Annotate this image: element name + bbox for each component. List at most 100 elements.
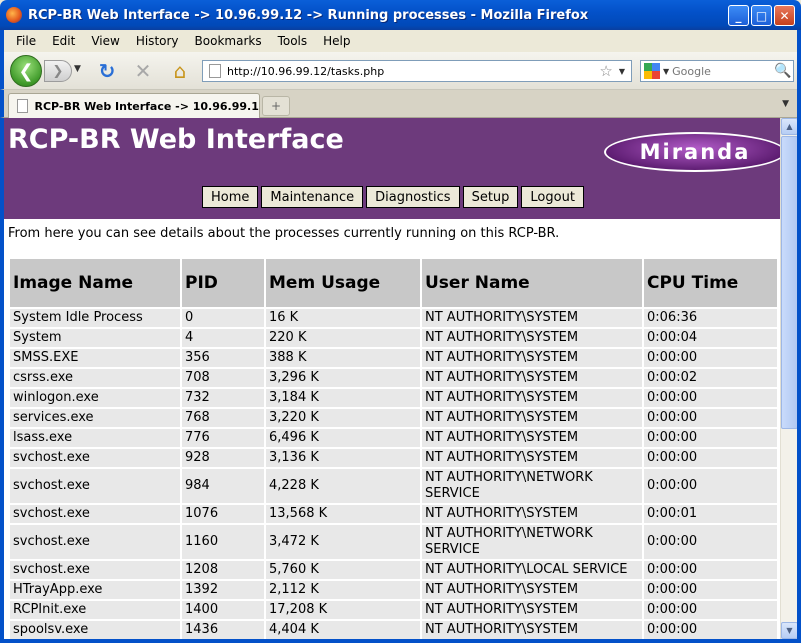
star-icon[interactable]: ☆ (599, 62, 612, 80)
cell-user-name: NT AUTHORITY\SYSTEM (422, 601, 642, 619)
url-bar[interactable]: http://10.96.99.12/tasks.php ☆ ▼ (202, 60, 632, 82)
page-icon (209, 64, 221, 78)
history-dropdown-icon[interactable]: ▼ (74, 64, 81, 74)
url-dropdown-icon[interactable]: ▼ (619, 67, 625, 76)
search-input[interactable] (672, 64, 773, 78)
cell-image-name: svchost.exe (10, 505, 180, 523)
cell-cpu-time: 0:00:02 (644, 369, 777, 387)
table-row: System Idle Process 0 16 K NT AUTHORITY\SYS… (10, 309, 777, 327)
cell-cpu-time: 0:00:04 (644, 329, 777, 347)
cell-pid: 768 (182, 409, 264, 427)
cell-mem-usage: 3,472 K (266, 525, 420, 559)
table-row: svchost.exe 984 4,228 K NT AUTHORITY\NETWOR… (10, 469, 777, 503)
cell-mem-usage: 6,496 K (266, 429, 420, 447)
site-header: RCP-BR Web Interface Miranda Home Mainte… (4, 118, 780, 219)
cell-user-name: NT AUTHORITY\SYSTEM (422, 621, 642, 639)
title-bar: RCP-BR Web Interface -> 10.96.99.12 -> R… (0, 0, 801, 30)
chevron-up-icon: ▲ (786, 122, 793, 131)
menu-help[interactable]: Help (315, 34, 358, 48)
tab-bar: RCP-BR Web Interface -> 10.96.99.1... + … (0, 90, 801, 118)
cell-mem-usage: 4,228 K (266, 469, 420, 503)
column-header-mem-usage: Mem Usage (266, 259, 420, 307)
cell-user-name: NT AUTHORITY\NETWORK SERVICE (422, 469, 642, 503)
cell-mem-usage: 3,296 K (266, 369, 420, 387)
column-header-image-name: Image Name (10, 259, 180, 307)
vertical-scrollbar[interactable]: ▲ ▼ (780, 118, 798, 639)
table-row: services.exe 768 3,220 K NT AUTHORITY\SYSTE… (10, 409, 777, 427)
cell-image-name: System Idle Process (10, 309, 180, 327)
maximize-button[interactable]: □ (751, 5, 772, 26)
cell-user-name: NT AUTHORITY\SYSTEM (422, 389, 642, 407)
home-button[interactable]: ⌂ (168, 59, 192, 83)
table-row: HTrayApp.exe 1392 2,112 K NT AUTHORITY\SYST… (10, 581, 777, 599)
page-content: RCP-BR Web Interface Miranda Home Mainte… (4, 118, 780, 639)
cell-cpu-time: 0:00:00 (644, 349, 777, 367)
cell-cpu-time: 0:00:00 (644, 409, 777, 427)
google-engine-icon[interactable] (644, 63, 660, 79)
cell-cpu-time: 0:00:01 (644, 505, 777, 523)
menu-bar: File Edit View History Bookmarks Tools H… (0, 30, 801, 52)
url-text[interactable]: http://10.96.99.12/tasks.php (227, 65, 599, 78)
menu-tools[interactable]: Tools (270, 34, 316, 48)
reload-button[interactable]: ↻ (96, 60, 118, 82)
navigation-toolbar: ❮ ❯ ▼ ↻ ✕ ⌂ http://10.96.99.12/tasks.php… (0, 52, 801, 90)
menu-bookmarks[interactable]: Bookmarks (187, 34, 270, 48)
cell-cpu-time: 0:00:00 (644, 621, 777, 639)
reload-icon: ↻ (98, 59, 116, 83)
window-frame-right (797, 30, 801, 643)
cell-image-name: spoolsv.exe (10, 621, 180, 639)
cell-pid: 776 (182, 429, 264, 447)
engine-dropdown-icon[interactable]: ▼ (663, 67, 669, 76)
cell-image-name: SMSS.EXE (10, 349, 180, 367)
cell-pid: 732 (182, 389, 264, 407)
magnifier-icon[interactable]: 🔍 (774, 63, 791, 79)
table-row: lsass.exe 776 6,496 K NT AUTHORITY\SYSTEM 0:… (10, 429, 777, 447)
page-icon (17, 99, 29, 113)
nav-logout-button[interactable]: Logout (521, 186, 584, 208)
forward-button[interactable]: ❯ (44, 60, 72, 82)
table-row: System 4 220 K NT AUTHORITY\SYSTEM 0:00:04 (10, 329, 777, 347)
table-row: svchost.exe 928 3,136 K NT AUTHORITY\SYSTEM… (10, 449, 777, 467)
scroll-up-button[interactable]: ▲ (781, 118, 798, 135)
intro-text: From here you can see details about the … (8, 226, 560, 241)
menu-edit[interactable]: Edit (44, 34, 83, 48)
firefox-icon (6, 7, 22, 23)
nav-setup-button[interactable]: Setup (462, 186, 519, 208)
cell-pid: 928 (182, 449, 264, 467)
nav-home-button[interactable]: Home (202, 186, 259, 208)
cell-pid: 1076 (182, 505, 264, 523)
cell-pid: 1160 (182, 525, 264, 559)
nav-maintenance-button[interactable]: Maintenance (261, 186, 364, 208)
stop-button[interactable]: ✕ (132, 60, 154, 82)
chevron-down-icon: ▼ (786, 626, 793, 635)
menu-view[interactable]: View (83, 34, 127, 48)
scroll-thumb[interactable] (781, 136, 798, 429)
cell-user-name: NT AUTHORITY\SYSTEM (422, 505, 642, 523)
cell-cpu-time: 0:00:00 (644, 601, 777, 619)
cell-mem-usage: 17,208 K (266, 601, 420, 619)
close-button[interactable]: ✕ (774, 5, 795, 26)
site-nav: Home Maintenance Diagnostics Setup Logou… (202, 186, 584, 208)
cell-image-name: svchost.exe (10, 469, 180, 503)
cell-user-name: NT AUTHORITY\SYSTEM (422, 329, 642, 347)
new-tab-button[interactable]: + (262, 96, 290, 116)
tab-rcp-br[interactable]: RCP-BR Web Interface -> 10.96.99.1... (8, 93, 260, 118)
cell-image-name: svchost.exe (10, 525, 180, 559)
scroll-down-button[interactable]: ▼ (781, 622, 798, 639)
cell-image-name: winlogon.exe (10, 389, 180, 407)
cell-image-name: HTrayApp.exe (10, 581, 180, 599)
column-header-pid: PID (182, 259, 264, 307)
minimize-button[interactable]: _ (728, 5, 749, 26)
cell-user-name: NT AUTHORITY\SYSTEM (422, 369, 642, 387)
cell-pid: 1392 (182, 581, 264, 599)
cell-image-name: services.exe (10, 409, 180, 427)
menu-history[interactable]: History (128, 34, 187, 48)
cell-user-name: NT AUTHORITY\LOCAL SERVICE (422, 561, 642, 579)
back-button[interactable]: ❮ (10, 55, 42, 87)
cell-image-name: svchost.exe (10, 561, 180, 579)
tab-list-dropdown-icon[interactable]: ▼ (782, 99, 789, 109)
cell-cpu-time: 0:00:00 (644, 429, 777, 447)
nav-diagnostics-button[interactable]: Diagnostics (366, 186, 460, 208)
cell-cpu-time: 0:06:36 (644, 309, 777, 327)
menu-file[interactable]: File (8, 34, 44, 48)
